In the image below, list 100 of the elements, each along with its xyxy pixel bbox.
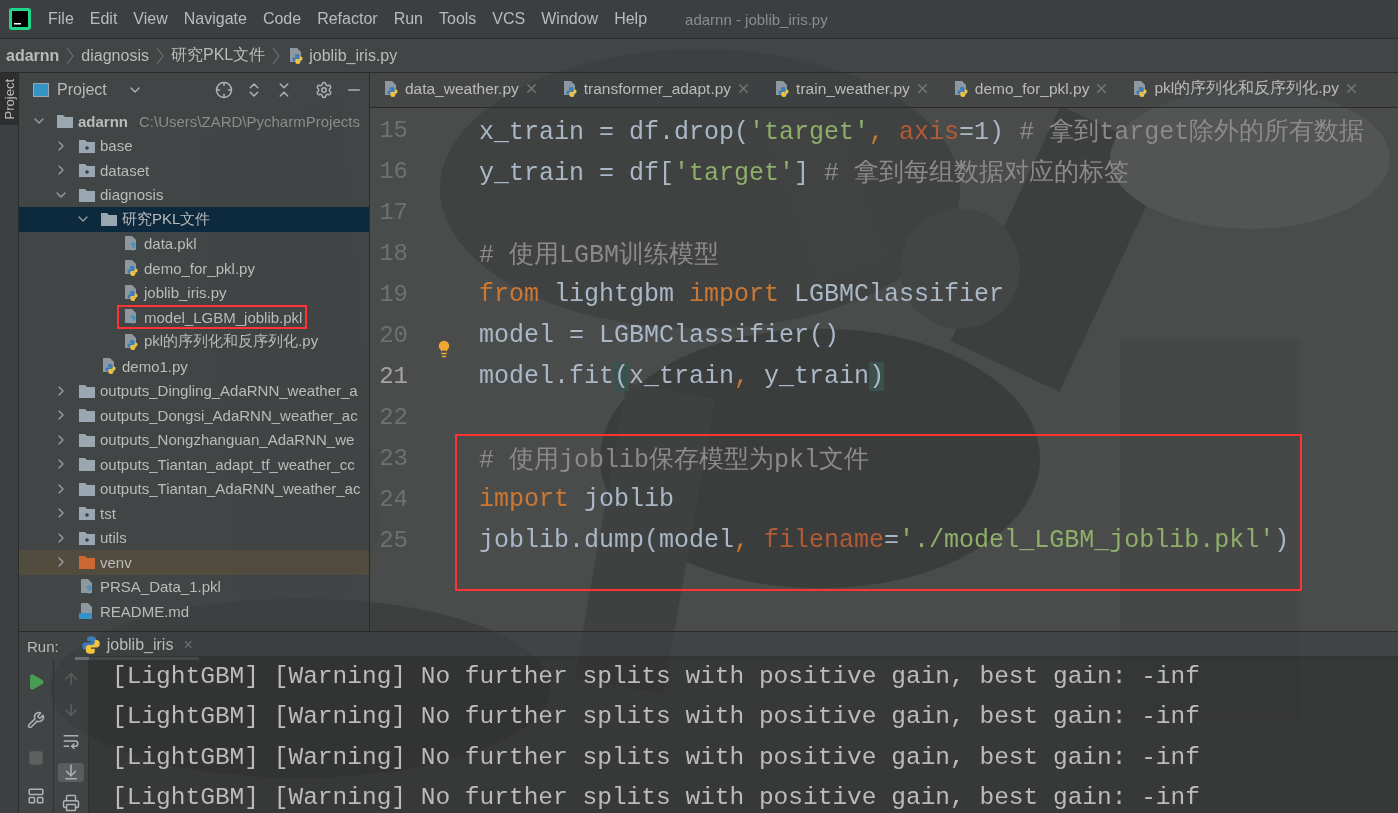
scroll-to-end-button[interactable]	[58, 762, 84, 782]
stop-icon	[28, 750, 44, 766]
menu-item[interactable]: View	[125, 10, 176, 28]
menu-item[interactable]: VCS	[484, 10, 534, 28]
file-name: demo1.py	[122, 357, 188, 375]
folder-icon	[78, 162, 96, 179]
wrench-icon	[27, 711, 45, 729]
soft-wrap-icon	[62, 732, 80, 750]
locate-icon[interactable]	[215, 81, 233, 99]
file-name: outputs_Dingling_AdaRNN_weather_a	[100, 382, 358, 400]
tree-row[interactable]: pkl的序列化和反序列化.py	[19, 329, 369, 354]
menu-item[interactable]: Run	[385, 10, 431, 28]
menu-item[interactable]: Help	[606, 10, 656, 28]
file-name: data.pkl	[144, 235, 197, 253]
file-name: model_LGBM_joblib.pkl	[144, 308, 303, 326]
project-tool-tab[interactable]: Project	[0, 73, 18, 126]
tree-row[interactable]: outputs_Dingling_AdaRNN_weather_a	[19, 378, 369, 403]
printer-icon	[62, 794, 80, 813]
layout-icon	[27, 787, 45, 805]
folder-icon	[100, 211, 118, 228]
code-line: from lightgbm import LGBMClassifier	[479, 280, 1005, 309]
folder-icon	[78, 505, 96, 522]
tree-row[interactable]: README.md	[19, 599, 369, 624]
python-file-icon	[100, 357, 118, 376]
file-name: 研究PKL文件	[122, 209, 211, 229]
tree-row[interactable]: model_LGBM_joblib.pkl	[19, 305, 369, 330]
breadcrumb-separator-icon	[65, 45, 76, 66]
run-tab[interactable]: joblib_iris ×	[74, 632, 199, 660]
file-name: outputs_Nongzhanguan_AdaRNN_we	[100, 431, 355, 449]
menu-item[interactable]: Refactor	[309, 10, 386, 28]
python-file-icon	[382, 79, 400, 98]
editor-tab[interactable]: train_weather.py	[761, 73, 940, 107]
file-name: joblib_iris.py	[144, 284, 227, 302]
editor-tab[interactable]: data_weather.py	[370, 73, 549, 107]
path-text: C:\Users\ZARD\PycharmProjects	[139, 112, 360, 130]
tree-row[interactable]: base	[19, 133, 369, 158]
play-icon	[27, 673, 45, 691]
menu-item[interactable]: Window	[533, 10, 607, 28]
tree-row[interactable]: outputs_Tiantan_adapt_tf_weather_cc	[19, 452, 369, 477]
file-name: PRSA_Data_1.pkl	[100, 578, 221, 596]
console-line: [LightGBM] [Warning] No further splits with positive gain, best gain: -inf	[112, 742, 1201, 773]
editor-tab[interactable]: pkl的序列化和反序列化.py	[1119, 73, 1369, 107]
menu-item[interactable]: Code	[254, 10, 310, 28]
folder-icon	[78, 456, 96, 473]
tree-row[interactable]: diagnosis	[19, 182, 369, 207]
tree-row[interactable]: demo_for_pkl.py	[19, 256, 369, 281]
file-name: tst	[100, 504, 116, 522]
breadcrumb-separator-icon	[271, 45, 282, 66]
editor-tab[interactable]: demo_for_pkl.py	[939, 73, 1120, 107]
file-name: venv	[100, 553, 132, 571]
code-line: # 使用LGBM训练模型	[479, 240, 719, 270]
python-file-icon	[122, 332, 140, 351]
code-line: y_train = df['target'] # 拿到每组数据对应的标签	[479, 158, 1130, 188]
tree-row[interactable]: outputs_Tiantan_AdaRNN_weather_ac	[19, 476, 369, 501]
tree-row[interactable]: venv	[19, 550, 369, 575]
tree-row[interactable]: demo1.py	[19, 354, 369, 379]
file-name: diagnosis	[100, 186, 164, 204]
tree-row[interactable]: adarnn C:\Users\ZARD\PycharmProjects	[19, 109, 369, 134]
code-line: joblib.dump(model, filename='./model_LGBM_joblib.pkl')	[479, 526, 1290, 555]
code-line: # 使用joblib保存模型为pkl文件	[479, 445, 870, 475]
tree-row[interactable]: tst	[19, 501, 369, 526]
folder-icon	[56, 113, 74, 130]
file-name: dataset	[100, 161, 150, 179]
tree-row[interactable]: dataset	[19, 158, 369, 183]
menu-item[interactable]: Tools	[431, 10, 485, 28]
file-name: utils	[100, 529, 127, 547]
folder-icon	[78, 554, 96, 571]
file-name: demo_for_pkl.py	[144, 259, 255, 277]
code-line: model = LGBMClassifier()	[479, 321, 840, 350]
menu-item[interactable]: File	[40, 10, 82, 28]
file-name: outputs_Dongsi_AdaRNN_weather_ac	[100, 406, 358, 424]
menu-item[interactable]: Navigate	[175, 10, 255, 28]
tree-row[interactable]: utils	[19, 525, 369, 550]
breadcrumb-separator-icon	[154, 45, 165, 66]
python-file-icon	[122, 283, 140, 302]
file-name: pkl的序列化和反序列化.py	[144, 332, 319, 352]
settings-icon[interactable]	[315, 81, 333, 99]
python-icon	[80, 634, 101, 655]
tree-row[interactable]: outputs_Nongzhanguan_AdaRNN_we	[19, 427, 369, 452]
line-number: 21	[378, 363, 408, 390]
tree-row[interactable]: joblib_iris.py	[19, 280, 369, 305]
console-line: [LightGBM] [Warning] No further splits with positive gain, best gain: -inf	[112, 702, 1201, 733]
tree-row[interactable]: outputs_Dongsi_AdaRNN_weather_ac	[19, 403, 369, 428]
project-view-selector[interactable]: Project	[33, 81, 143, 99]
breadcrumb-item[interactable]: diagnosis	[81, 46, 149, 65]
tree-row[interactable]: PRSA_Data_1.pkl	[19, 574, 369, 599]
breadcrumb-item[interactable]: joblib_iris.py	[287, 46, 398, 65]
tree-row[interactable]: 研究PKL文件	[19, 207, 369, 232]
breadcrumb-item[interactable]: 研究PKL文件	[170, 45, 266, 66]
menu-item[interactable]: Edit	[81, 10, 126, 28]
window-title: adarnn - joblib_iris.py	[685, 10, 828, 28]
file-name: outputs_Tiantan_AdaRNN_weather_ac	[100, 480, 361, 498]
python-file-icon	[122, 259, 140, 278]
breadcrumb-item[interactable]: adarnn	[6, 46, 60, 65]
code-line: model.fit(x_train, y_train)	[479, 362, 885, 391]
editor-tab[interactable]: transformer_adapt.py	[548, 73, 762, 107]
file-name: README.md	[100, 602, 190, 620]
tree-row[interactable]: data.pkl	[19, 231, 369, 256]
window-icon	[33, 83, 49, 97]
app-logo-icon	[8, 7, 32, 31]
